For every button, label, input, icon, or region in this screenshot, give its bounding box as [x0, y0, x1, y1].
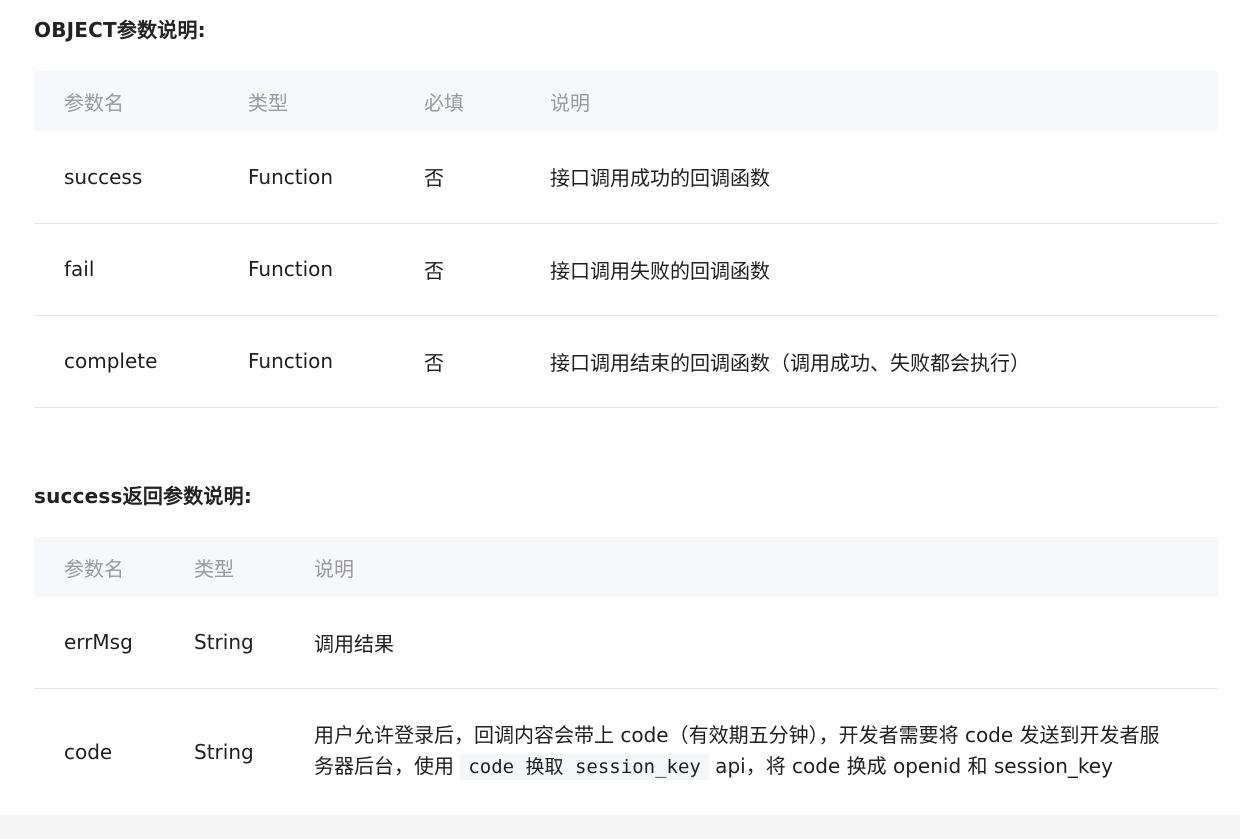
param-name: code [34, 688, 164, 816]
success-return-params-table: 参数名 类型 说明 errMsg String 调用结果 code String… [34, 537, 1218, 816]
param-required: 否 [394, 315, 520, 408]
header-type: 类型 [248, 90, 288, 115]
object-params-title: OBJECT参数说明: [34, 18, 206, 42]
header-param-name: 参数名 [64, 556, 124, 581]
desc-text-after: api，将 code 换成 openid 和 session_key [708, 754, 1113, 778]
param-required: 否 [394, 223, 520, 316]
param-type: Function [218, 223, 394, 316]
param-required: 否 [394, 131, 520, 224]
param-description: 用户允许登录后，回调内容会带上 code（有效期五分钟），开发者需要将 code… [284, 688, 1218, 816]
object-params-table: 参数名 类型 必填 说明 success Function 否 接口调用成功的回… [34, 71, 1218, 408]
param-type: Function [218, 315, 394, 408]
param-description: 接口调用结束的回调函数（调用成功、失败都会执行） [520, 315, 1218, 408]
table-row: fail Function 否 接口调用失败的回调函数 [34, 223, 1218, 316]
header-required: 必填 [424, 90, 464, 115]
table-row: code String 用户允许登录后，回调内容会带上 code（有效期五分钟）… [34, 688, 1218, 816]
param-description: 接口调用成功的回调函数 [520, 131, 1218, 224]
header-description: 说明 [550, 90, 590, 115]
page-bottom-strip [0, 815, 1240, 839]
table-row: success Function 否 接口调用成功的回调函数 [34, 131, 1218, 224]
param-name: success [34, 131, 218, 224]
doc-page: OBJECT参数说明: 参数名 类型 必填 说明 success Functio… [0, 0, 1240, 839]
header-description: 说明 [314, 556, 354, 581]
param-type: Function [218, 131, 394, 224]
success-return-params-title: success返回参数说明: [34, 484, 253, 508]
header-param-name: 参数名 [64, 90, 124, 115]
table-row: complete Function 否 接口调用结束的回调函数（调用成功、失败都… [34, 315, 1218, 408]
param-type: String [164, 688, 284, 816]
table-header-row: 参数名 类型 说明 [34, 537, 1218, 597]
table-row: errMsg String 调用结果 [34, 597, 1218, 689]
table-header-row: 参数名 类型 必填 说明 [34, 71, 1218, 131]
param-name: complete [34, 315, 218, 408]
param-type: String [164, 597, 284, 689]
param-description: 调用结果 [284, 597, 1218, 689]
inline-code-api: code 换取 session_key [460, 754, 709, 780]
param-description: 接口调用失败的回调函数 [520, 223, 1218, 316]
param-name: errMsg [34, 597, 164, 689]
param-name: fail [34, 223, 218, 316]
header-type: 类型 [194, 556, 234, 581]
